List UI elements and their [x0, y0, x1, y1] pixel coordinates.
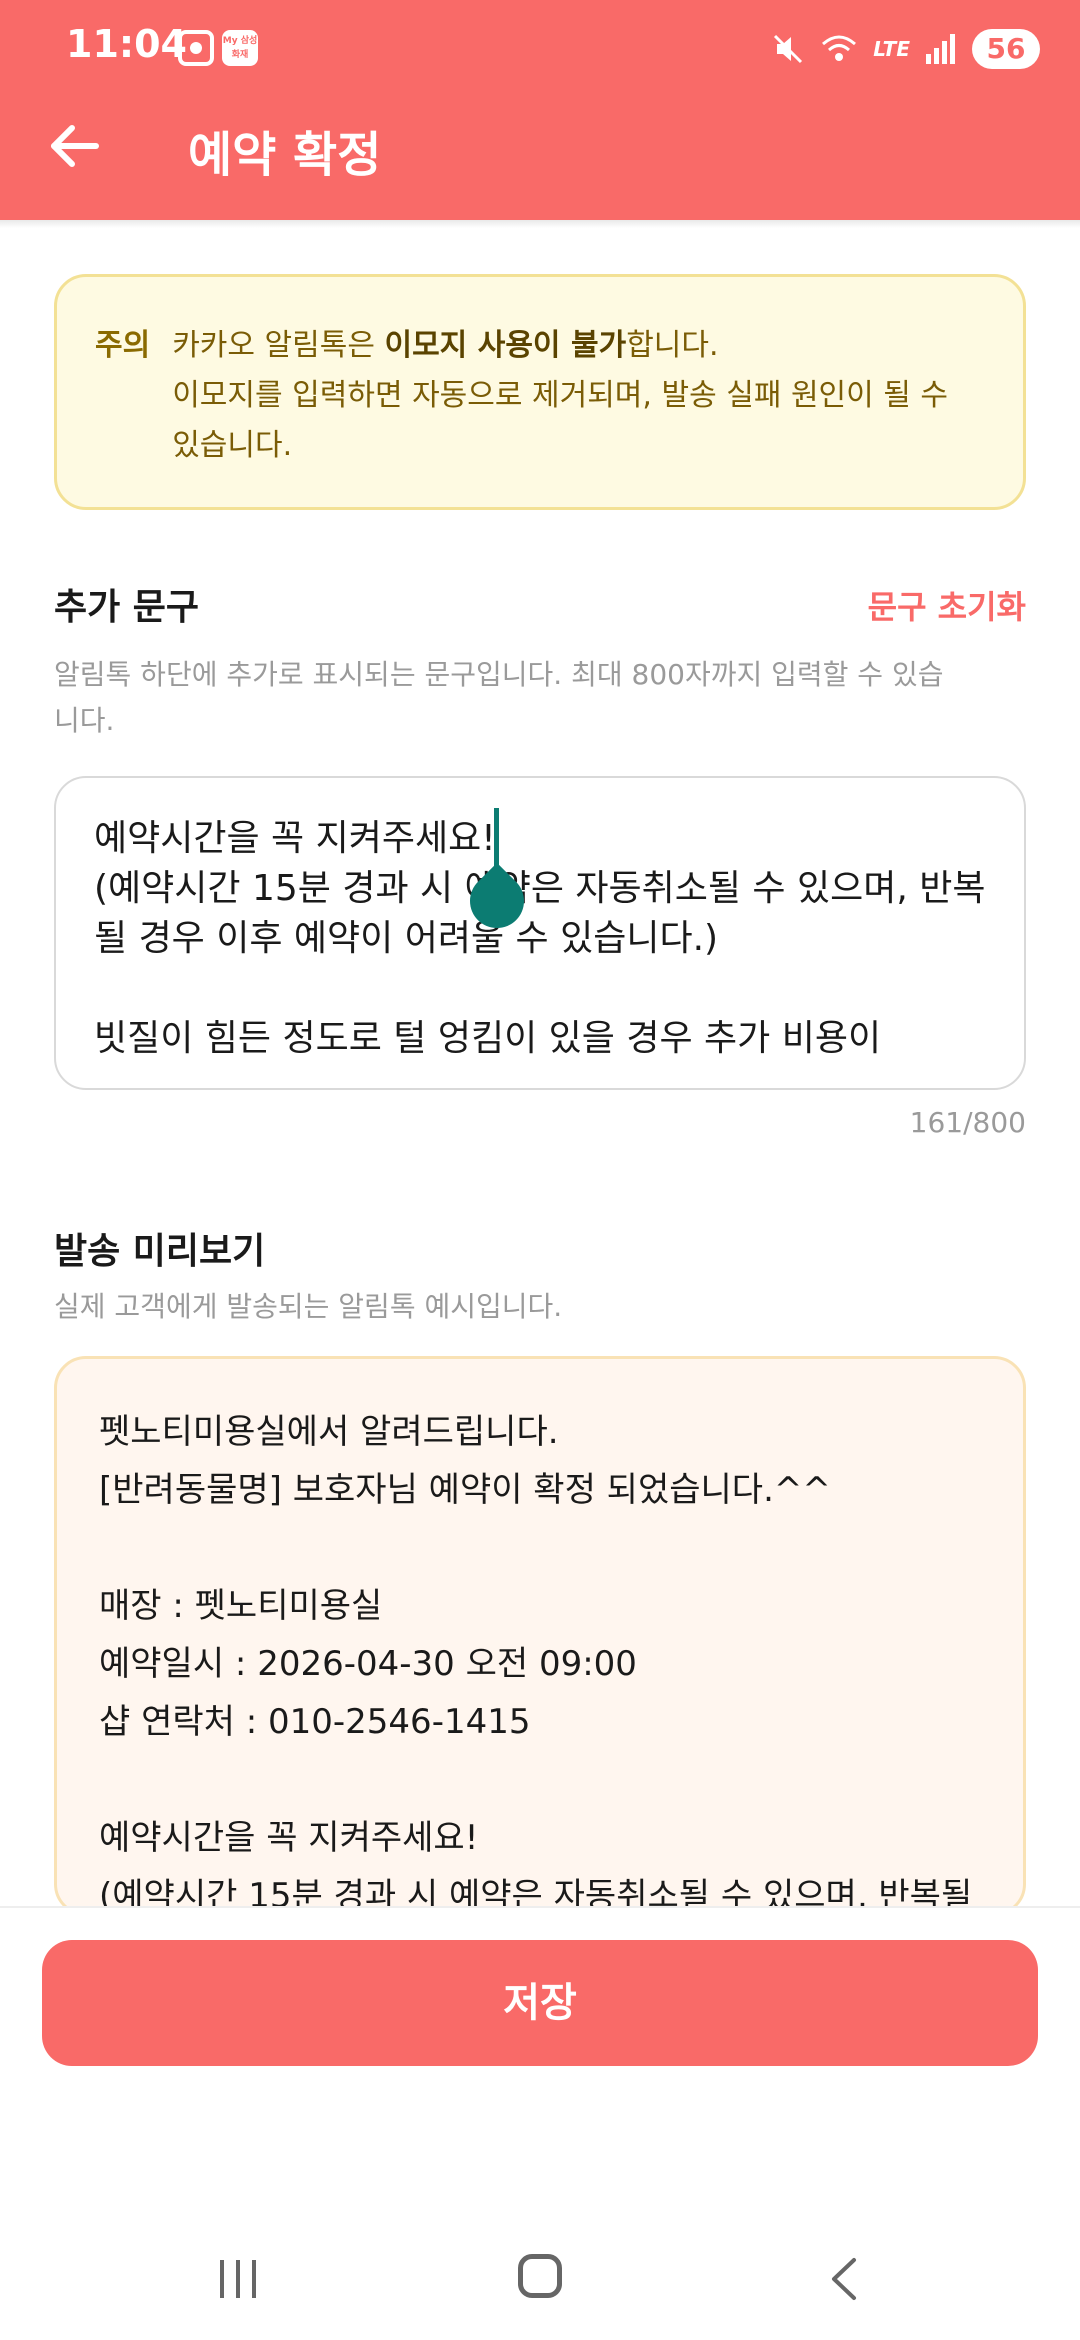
preview-line: 펫노티미용실에서 알려드립니다. [99, 1412, 559, 1452]
notice-line1-suffix: 합니다. [626, 328, 719, 363]
extra-text-input[interactable]: 예약시간을 꼭 지켜주세요! (예약시간 15분 경과 시 예약은 자동취소될 … [54, 776, 1026, 1090]
preview-line: [반려동물명] 보호자님 예약이 확정 되었습니다.^^ [99, 1470, 831, 1510]
back-nav-icon[interactable] [826, 2256, 862, 2302]
preview-line: 샵 연락처 : 010-2546-1415 [99, 1702, 531, 1742]
extra-text-description: 알림톡 하단에 추가로 표시되는 문구입니다. 최대 800자까지 입력할 수 … [54, 658, 944, 737]
app-notification-icon: My 삼성화재 [222, 30, 258, 66]
preview-line: 예약시간을 꼭 지켜주세요! [99, 1818, 479, 1858]
system-nav-bar [0, 2210, 1080, 2340]
preview-line [99, 1519, 981, 1577]
message-preview: 펫노티미용실에서 알려드립니다. [반려동물명] 보호자님 예약이 확정 되었습… [54, 1356, 1026, 1916]
preview-description: 실제 고객에게 발송되는 알림톡 예시입니다. [54, 1290, 563, 1323]
page-title: 예약 확정 [188, 127, 382, 183]
notice-label: 주의 [95, 328, 151, 363]
wifi-icon [822, 35, 857, 61]
notice-line2: 이모지를 입력하면 자동으로 제거되며, 발송 실패 원인이 될 수 있습니다. [172, 378, 949, 463]
arrow-left-icon[interactable] [44, 118, 104, 174]
text-cursor [494, 808, 499, 870]
status-bar: 11:04 My 삼성화재 LTE 56 [0, 0, 1080, 100]
notice-line1-prefix: 카카오 알림톡은 [172, 328, 385, 363]
extra-text-value[interactable]: 예약시간을 꼭 지켜주세요! (예약시간 15분 경과 시 예약은 자동취소될 … [94, 814, 986, 1060]
notice-line1-bold: 이모지 사용이 불가 [384, 328, 627, 363]
extra-text-title: 추가 문구 [54, 587, 200, 628]
status-time: 11:04 [66, 22, 187, 66]
emoji-warning-notice: 주의 카카오 알림톡은 이모지 사용이 불가합니다. 이모지를 입력하면 자동으… [54, 274, 1026, 510]
header-shadow [0, 220, 1080, 228]
status-indicators: LTE 56 [771, 24, 1040, 74]
lte-icon: LTE [873, 37, 910, 61]
save-button[interactable]: 저장 [42, 1940, 1038, 2066]
screenshot-icon [178, 30, 214, 66]
preview-line: 예약일시 : 2026-04-30 오전 09:00 [99, 1644, 637, 1684]
app-header: 11:04 My 삼성화재 LTE 56 예약 확정 [0, 0, 1080, 220]
reset-text-button[interactable]: 문구 초기화 [868, 582, 1026, 628]
char-counter: 161/800 [909, 1106, 1026, 1139]
recents-icon[interactable] [216, 2260, 260, 2300]
notice-text: 카카오 알림톡은 이모지 사용이 불가합니다. 이모지를 입력하면 자동으로 제… [172, 321, 983, 507]
preview-line [99, 1751, 981, 1809]
battery-indicator: 56 [972, 29, 1040, 69]
mute-icon [774, 34, 803, 64]
signal-icon [926, 34, 955, 64]
home-icon[interactable] [518, 2254, 562, 2298]
preview-title: 발송 미리보기 [54, 1231, 266, 1272]
preview-line: 매장 : 펫노티미용실 [99, 1586, 383, 1626]
